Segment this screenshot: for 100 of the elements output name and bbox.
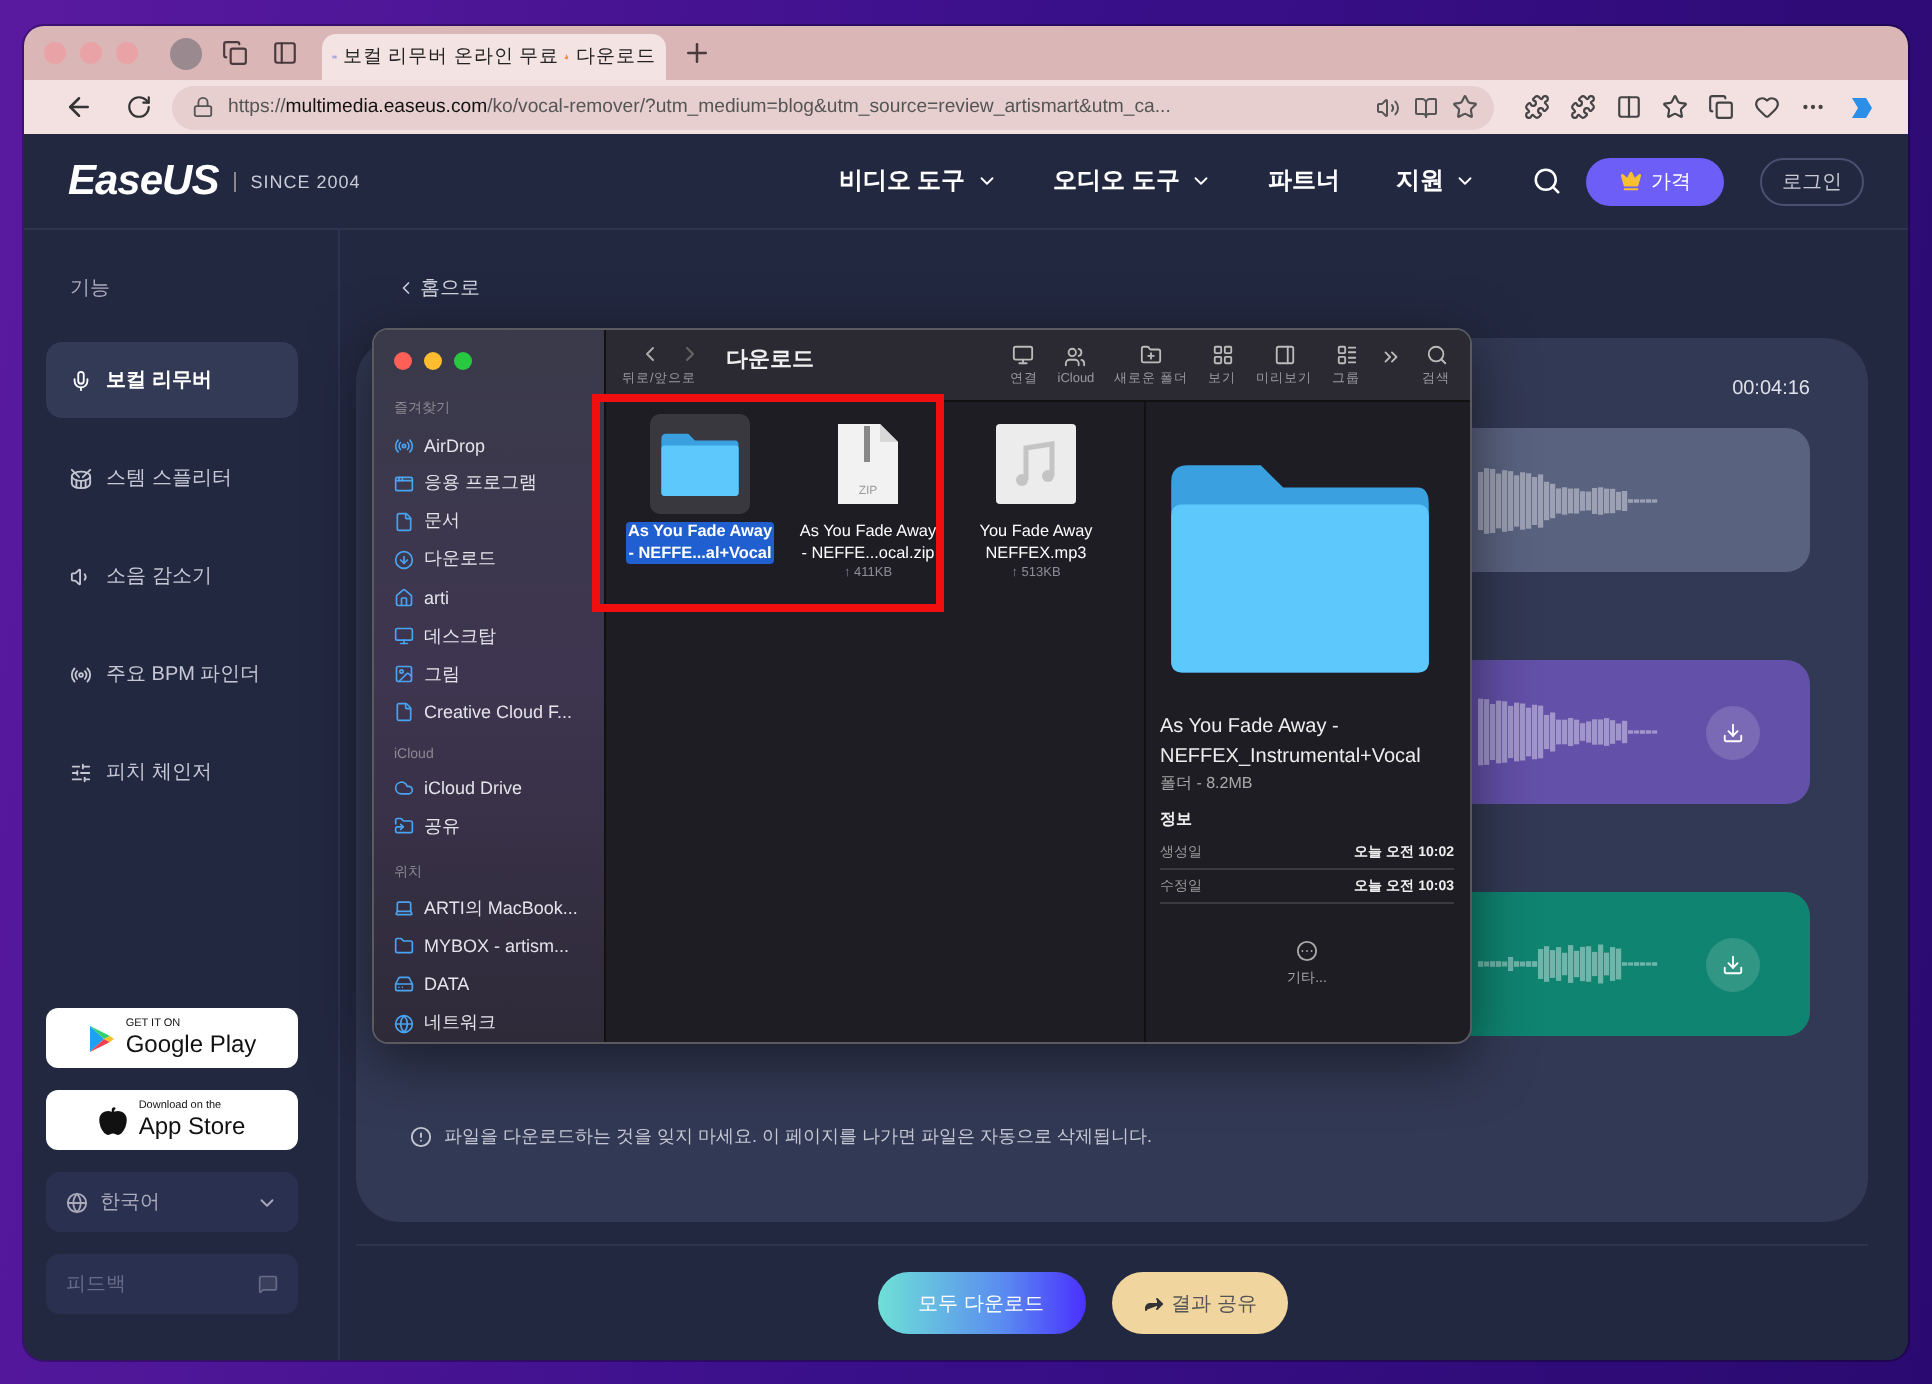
- download-icon: [1722, 953, 1744, 975]
- laptop-icon: [394, 898, 414, 919]
- finder-sidebar-item[interactable]: 네트워크: [394, 1003, 592, 1042]
- sidebar-item[interactable]: 소음 감소기: [46, 538, 298, 614]
- file-name: As You Fade Away - NEFFE...al+Vocal: [625, 522, 775, 565]
- back-link[interactable]: 홈으로: [396, 274, 480, 302]
- drum-icon: [70, 467, 92, 489]
- info-icon: [410, 1126, 432, 1148]
- price-button[interactable]: 가격: [1586, 157, 1724, 205]
- finder-sidebar-item[interactable]: 다운로드: [394, 540, 592, 579]
- vertical-tabs-icon[interactable]: [272, 40, 298, 66]
- reader-icon[interactable]: [1414, 95, 1438, 119]
- duration-text: 00:04:16: [1732, 378, 1810, 400]
- file-name: As You Fade Away - NEFFE...ocal.zip: [797, 522, 939, 565]
- url-field[interactable]: https://multimedia.easeus.com/ko/vocal-remover/?utm_medium=blog&utm_source=review_artismart&utm_ca...: [172, 85, 1494, 129]
- notice-text: 파일을 다운로드하는 것을 잊지 마세요. 이 페이지를 나가면 파일은 자동으로 삭제됩니다.: [444, 1124, 1153, 1150]
- sidebar-item[interactable]: 스템 스플리터: [46, 440, 298, 516]
- download-icon: [1722, 721, 1744, 743]
- sliders-icon: [70, 761, 92, 783]
- monitor-icon: [1012, 343, 1035, 365]
- finder-sidebar-item[interactable]: 문서: [394, 502, 592, 541]
- share-button[interactable]: 결과 공유: [1111, 1272, 1287, 1334]
- file-item[interactable]: As You Fade Away - NEFFE...al+Vocal: [610, 414, 790, 565]
- speaker-icon: [70, 565, 92, 587]
- preview-meta: 폴더 - 8.2MB: [1160, 772, 1255, 794]
- nav-link[interactable]: 지원: [1396, 164, 1476, 198]
- download-icon: [394, 549, 414, 570]
- reload-icon[interactable]: [125, 94, 151, 120]
- globe-icon: [394, 1013, 414, 1034]
- chat-icon: [258, 1274, 278, 1294]
- back-icon[interactable]: [63, 92, 93, 122]
- logo-text[interactable]: EaseUS: [68, 157, 219, 205]
- finder-sidebar-item[interactable]: arti: [394, 578, 592, 617]
- read-aloud-icon[interactable]: [1376, 95, 1400, 119]
- finder-sidebar-item[interactable]: ARTI의 MacBook...: [394, 889, 592, 928]
- document-icon: [394, 702, 414, 723]
- signal-icon: [394, 435, 414, 456]
- document-icon: [394, 511, 414, 532]
- shared-folder-icon: [394, 816, 414, 837]
- nav-link[interactable]: 파트너: [1268, 164, 1340, 198]
- tab-title: 다운로드: [575, 44, 656, 70]
- finder-sidebar-item[interactable]: AirDrop: [394, 426, 592, 465]
- finder-sidebar-item[interactable]: DATA: [394, 965, 592, 1004]
- crown-icon: [1619, 170, 1641, 192]
- monitor-icon: [394, 626, 414, 647]
- tab-title: 보컬 리무버 온라인 무료: [343, 44, 559, 70]
- extension-icon[interactable]: [1570, 94, 1596, 120]
- panel-icon: [1273, 343, 1295, 365]
- finder-sidebar-item[interactable]: Creative Cloud F...: [394, 693, 592, 732]
- finder-sidebar-item[interactable]: iCloud Drive: [394, 769, 592, 808]
- finder-sidebar-item[interactable]: MYBOX - artism...: [394, 927, 592, 966]
- globe-icon: [66, 1191, 88, 1213]
- drive-icon: [394, 974, 414, 995]
- finder-sidebar-item[interactable]: 그림: [394, 655, 592, 694]
- grid-icon: [1211, 343, 1233, 365]
- sidebar-item[interactable]: 주요 BPM 파인더: [46, 636, 298, 712]
- music-file-icon: [996, 424, 1076, 504]
- collections-icon[interactable]: [1708, 94, 1734, 120]
- section-label: 기능: [70, 276, 112, 302]
- new-tab-icon[interactable]: [682, 38, 712, 68]
- browser-tab[interactable]: 보컬 리무버 온라인 무료 다운로드: [322, 34, 666, 80]
- image-icon: [394, 664, 414, 685]
- file-name: You Fade Away NEFFEX.mp3: [977, 522, 1095, 565]
- nav-link[interactable]: 오디오 도구: [1053, 164, 1212, 198]
- info-heading: 정보: [1160, 808, 1194, 830]
- nav-link[interactable]: 비디오 도구: [838, 164, 998, 198]
- finder-sidebar-item[interactable]: 응용 프로그램: [394, 464, 592, 503]
- window-minimize-control[interactable]: [424, 352, 442, 370]
- home-icon: [394, 587, 414, 608]
- cloud-icon: [394, 778, 414, 799]
- download-button[interactable]: [1706, 937, 1760, 991]
- finder-sidebar-item[interactable]: 공유: [394, 807, 592, 846]
- finder-title: 다운로드: [726, 346, 814, 374]
- window-close-control[interactable]: [394, 352, 412, 370]
- folder-icon: [658, 430, 742, 498]
- sidebar-item[interactable]: 피치 체인저: [46, 734, 298, 810]
- list-icon: [1335, 343, 1357, 365]
- split-screen-icon[interactable]: [1616, 94, 1642, 120]
- login-button[interactable]: 로그인: [1760, 157, 1864, 205]
- finder-sidebar-item[interactable]: 데스크탑: [394, 616, 592, 656]
- more-icon: [1296, 940, 1318, 962]
- extension-icon[interactable]: [1524, 94, 1550, 120]
- language-select[interactable]: 한국어: [46, 1172, 298, 1232]
- search-icon[interactable]: [1532, 166, 1562, 196]
- app-window-icon: [394, 473, 414, 494]
- preview-title: As You Fade Away - NEFFEX_Instrumental+Vocal: [1160, 714, 1423, 771]
- folder-icon: [394, 936, 414, 957]
- chevrons-icon: [1380, 345, 1402, 367]
- new-folder-icon: [1140, 343, 1163, 365]
- microphone-icon: [70, 369, 92, 391]
- favorite-icon[interactable]: [1452, 94, 1478, 120]
- favorites-icon[interactable]: [1662, 94, 1688, 120]
- download-button[interactable]: [1706, 705, 1760, 759]
- play-icon: [87, 1023, 116, 1053]
- sidebar-item[interactable]: 보컬 리무버: [46, 342, 298, 418]
- heart-icon[interactable]: [1754, 94, 1780, 120]
- logo-tagline: SINCE 2004: [234, 171, 361, 191]
- tab-actions-icon[interactable]: [222, 40, 248, 66]
- signal-icon: [70, 663, 92, 685]
- window-zoom-control[interactable]: [454, 352, 472, 370]
